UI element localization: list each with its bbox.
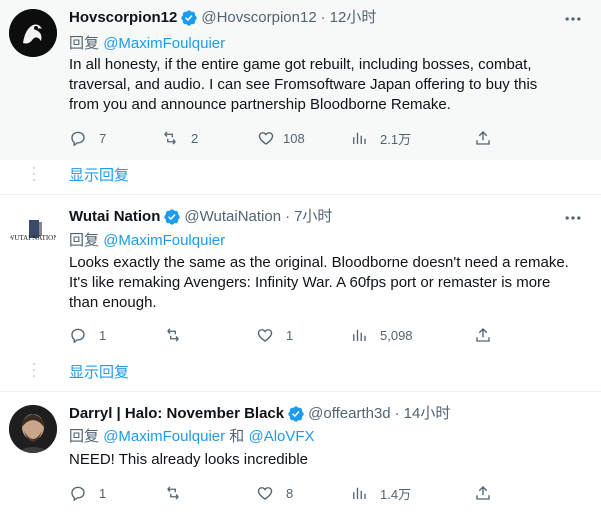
author-handle[interactable]: @WutaiNation [184, 207, 281, 227]
like-button[interactable]: 8 [256, 483, 293, 503]
like-icon [257, 329, 273, 342]
reply-icon [71, 486, 85, 502]
separator-dot: · [285, 208, 291, 225]
views-icon [353, 132, 366, 144]
more-icon[interactable] [563, 208, 583, 228]
avatar-hovscorpion[interactable] [9, 9, 57, 57]
analytics-count: 2.1万 [380, 131, 412, 147]
author-handle[interactable]: @offearth3d [308, 404, 391, 424]
tweet-time[interactable]: 7小时 [294, 207, 332, 227]
retweet-button[interactable] [164, 325, 194, 345]
author-name[interactable]: Hovscorpion12 [69, 8, 177, 28]
views-button[interactable]: 5,098 [350, 325, 413, 345]
mention-joiner: 和 [229, 428, 245, 445]
tweet-text: NEED! This already looks incredible [69, 451, 308, 468]
tweet-text: In all honesty, if the entire game got r… [69, 56, 538, 113]
analytics-button[interactable]: 2.1万 [350, 128, 411, 148]
author-name[interactable]: Darryl | Halo: November Black [69, 404, 284, 424]
reply-icon [71, 328, 85, 344]
verified-icon [181, 10, 198, 26]
retweet-button[interactable] [164, 483, 194, 503]
retweet-icon [167, 328, 179, 342]
mention-link[interactable]: @MaximFoulquier [103, 428, 225, 445]
reply-prefix: 回复 [69, 232, 100, 249]
tweet-time[interactable]: 12小时 [330, 8, 377, 28]
replying-to: 回复 @MaximFoulquier [69, 231, 225, 251]
separator-dot: · [320, 9, 326, 26]
tweet-header: Hovscorpion12 @Hovscorpion12 · 12小时 [69, 8, 376, 28]
reply-prefix: 回复 [69, 428, 100, 445]
tweet-text: Looks exactly the same as the original. … [69, 254, 569, 311]
views-icon [353, 487, 366, 499]
tweet-time[interactable]: 14小时 [404, 404, 451, 424]
reply-count: 7 [99, 130, 107, 146]
replying-to: 回复 @MaximFoulquier 和 @AloVFX [69, 427, 315, 447]
views-button[interactable]: 108 [257, 128, 305, 148]
author-handle[interactable]: @Hovscorpion12 [201, 8, 316, 28]
retweet-button[interactable]: 2 [161, 128, 198, 148]
retweet-icon [167, 486, 179, 500]
views-count: 108 [283, 130, 305, 146]
retweet-count: 2 [191, 130, 199, 146]
tweet-header: Wutai Nation @WutaiNation · 7小时 [69, 207, 332, 227]
share-button[interactable] [474, 483, 492, 503]
avatar-logo-text: WUTAI NATION [9, 234, 57, 242]
verified-icon [164, 209, 181, 225]
reply-prefix: 回复 [69, 35, 100, 52]
like-count: 8 [286, 485, 294, 501]
show-replies-link[interactable]: 显示回复 [69, 166, 129, 186]
share-icon [476, 328, 490, 342]
tweet-1[interactable]: Hovscorpion12 @Hovscorpion12 · 12小时 回复 @… [0, 0, 601, 160]
mention-link[interactable]: @MaximFoulquier [103, 35, 225, 52]
reply-icon [71, 131, 85, 147]
share-button[interactable] [474, 325, 492, 345]
more-icon[interactable] [563, 9, 583, 29]
share-button[interactable] [474, 128, 492, 148]
tweet-header: Darryl | Halo: November Black @offearth3… [69, 404, 450, 424]
reply-button[interactable]: 1 [69, 325, 106, 345]
tweet-actions: 1 1 5,098 [69, 325, 569, 345]
views-count: 1.4万 [380, 486, 412, 502]
thread-connector [33, 363, 35, 381]
share-icon [476, 486, 490, 500]
like-button[interactable]: 1 [256, 325, 293, 345]
views-count: 5,098 [380, 327, 413, 343]
mention-link-2[interactable]: @AloVFX [248, 428, 314, 445]
retweet-icon [164, 131, 176, 145]
avatar-darryl[interactable] [9, 405, 57, 453]
views-button[interactable]: 1.4万 [350, 483, 411, 503]
reply-count: 1 [99, 485, 107, 501]
author-name[interactable]: Wutai Nation [69, 207, 160, 227]
share-icon [476, 131, 490, 145]
tweet-actions: 7 2 108 2.1万 [69, 128, 569, 148]
reply-button[interactable]: 7 [69, 128, 106, 148]
avatar-wutai-nation[interactable]: WUTAI NATION [9, 206, 57, 254]
reply-button[interactable]: 1 [69, 483, 106, 503]
reply-count: 1 [99, 327, 107, 343]
verified-icon [288, 406, 304, 422]
replying-to: 回复 @MaximFoulquier [69, 34, 225, 54]
show-replies-link[interactable]: 显示回复 [69, 363, 129, 383]
tweet-3[interactable]: Darryl | Halo: November Black @offearth3… [0, 392, 601, 518]
separator-dot: · [394, 405, 400, 422]
views-icon [353, 329, 366, 341]
mention-link[interactable]: @MaximFoulquier [103, 232, 225, 249]
like-count: 1 [286, 327, 294, 343]
thread-connector [33, 167, 35, 185]
like-icon [257, 487, 273, 500]
tweet-2[interactable]: WUTAI NATION Wutai Nation @WutaiNation ·… [0, 195, 601, 355]
tweet-actions: 1 8 1.4万 [69, 483, 569, 503]
